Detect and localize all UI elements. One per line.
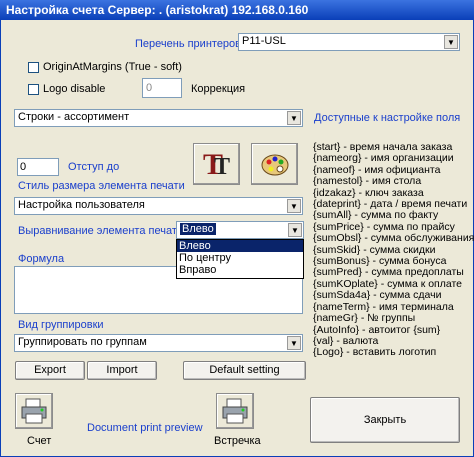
align-option[interactable]: Влево [177,240,303,252]
grouping-select[interactable]: Группировать по группам ▼ [14,334,303,352]
palette-icon [261,154,289,176]
export-button[interactable]: Export [15,361,85,380]
meeting-label: Встречка [214,435,261,447]
section-select[interactable]: Строки - ассортимент ▼ [14,109,303,127]
printers-label: Перечень принтеров [135,38,242,50]
formula-label: Формула [18,253,65,265]
bill-label: Счет [27,435,52,447]
correction-value: 0 [146,82,153,94]
indent-value: 0 [20,161,27,173]
origin-at-margins-checkbox[interactable] [28,62,39,73]
chevron-down-icon[interactable]: ▼ [288,223,302,237]
logo-disable-label: Logo disable [43,83,106,95]
align-select-value: Влево [180,223,216,235]
printer-icon [222,398,248,424]
printer-select-value: P11-USL [242,35,286,47]
field-item: {Logo} - вставить логотип [313,346,437,359]
chevron-down-icon[interactable]: ▼ [287,111,301,125]
align-option[interactable]: Вправо [177,264,303,276]
bill-print-button[interactable] [15,393,53,429]
field-item: {nameGr} - № группы [313,312,416,325]
grouping-label: Вид группировки [18,319,104,331]
font-icon-overlay: T [214,154,231,180]
color-palette-button[interactable] [251,143,298,185]
origin-at-margins-label: OriginAtMargins (True - soft) [43,61,182,73]
style-select[interactable]: Настройка пользователя ▼ [14,197,303,215]
printer-select[interactable]: P11-USL ▼ [238,33,460,51]
meeting-print-button[interactable] [216,393,254,429]
chevron-down-icon[interactable]: ▼ [287,336,301,350]
preview-label: Document print preview [87,422,203,434]
available-fields-label: Доступные к настройке поля [314,112,461,124]
align-option[interactable]: По центру [177,252,303,264]
logo-disable-checkbox[interactable] [28,84,39,95]
chevron-down-icon[interactable]: ▼ [444,35,458,49]
close-button[interactable]: Закрыть [310,397,460,443]
field-item: {namestol} - имя стола [313,175,422,188]
correction-label: Коррекция [191,83,246,95]
default-setting-button[interactable]: Default setting [183,361,306,380]
printer-icon [21,398,47,424]
grouping-select-value: Группировать по группам [18,336,147,348]
section-select-value: Строки - ассортимент [18,111,130,123]
import-button[interactable]: Import [87,361,157,380]
correction-input[interactable]: 0 [142,78,182,98]
field-item: {sumSda4a} - сумма сдачи [313,289,442,302]
chevron-down-icon[interactable]: ▼ [287,199,301,213]
field-item: {sumObsl} - сумма обслуживания [313,232,474,245]
style-label: Стиль размера элемента печати [18,180,185,192]
window-title: Настройка счета Сервер: . (aristokrat) 1… [0,0,474,20]
style-select-value: Настройка пользователя [18,199,145,211]
window-client: Перечень принтеров P11-USL ▼ OriginAtMar… [0,20,474,457]
font-button[interactable]: T T [193,143,240,185]
align-label: Выравнивание элемента печати [18,225,184,237]
available-fields-list: {start} - время начала заказа {nameorg} … [313,141,474,359]
indent-input[interactable]: 0 [17,158,59,176]
settings-window: Настройка счета Сервер: . (aristokrat) 1… [0,0,474,457]
align-dropdown-list: Влево По центру Вправо [176,239,304,279]
indent-label: Отступ до [68,161,120,173]
align-select[interactable]: Влево ▼ [176,221,304,239]
